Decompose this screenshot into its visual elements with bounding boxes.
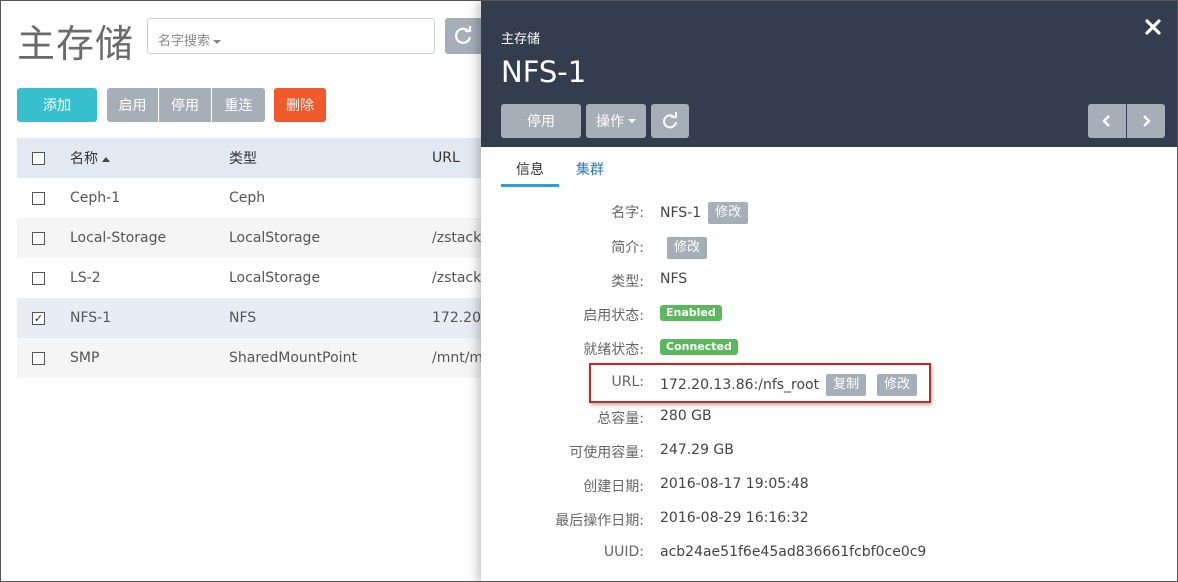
row-checkbox[interactable] — [32, 231, 45, 245]
detail-panel: 主存储 NFS-1 停用 操作 信息 集群 名字: NFS-1 修改 简介: 修… — [481, 1, 1177, 581]
sort-asc-icon — [102, 156, 110, 162]
uuid-label: UUID: — [603, 544, 644, 560]
enable-state-label: 启用状态: — [583, 308, 644, 324]
url-value: 172.20.13.86:/nfs_root — [660, 377, 820, 393]
refresh-icon — [455, 26, 472, 44]
refresh-button[interactable] — [445, 18, 481, 54]
info-row-name: 名字: NFS-1 修改 — [481, 199, 1177, 224]
table-row[interactable]: Ceph-1 Ceph — [17, 178, 487, 218]
info-row-ready-state: 就绪状态: Connected — [481, 336, 1177, 360]
name-label: 名字: — [611, 205, 644, 221]
row-name: Ceph-1 — [70, 190, 121, 206]
detail-panel-header: 主存储 NFS-1 停用 操作 — [481, 1, 1177, 147]
created-date-label: 创建日期: — [583, 479, 644, 495]
tab-cluster[interactable]: 集群 — [559, 147, 619, 187]
row-type: LocalStorage — [229, 270, 321, 286]
url-label: URL: — [611, 374, 645, 390]
search-placeholder: 名字搜索 — [158, 34, 211, 49]
next-button[interactable] — [1127, 104, 1165, 138]
column-header-type[interactable]: 类型 — [229, 148, 432, 168]
uuid-value: acb24ae51f6e45ad836661fcbf0ce0c9 — [660, 544, 927, 560]
row-checkbox[interactable] — [32, 351, 45, 365]
copy-url-button[interactable]: 复制 — [826, 374, 867, 396]
available-capacity-label: 可使用容量: — [569, 445, 644, 461]
row-checkbox[interactable] — [32, 271, 45, 285]
disable-button[interactable]: 停用 — [159, 88, 212, 122]
app-window: 主存储 名字搜索 添加 启用 停用 重连 删除 名称 类型 URL Ceph-1… — [0, 0, 1178, 582]
detail-refresh-button[interactable] — [651, 104, 689, 138]
close-icon[interactable] — [1143, 17, 1163, 37]
row-checkbox-checked[interactable]: ✓ — [32, 311, 45, 325]
table-header: 名称 类型 URL — [17, 138, 487, 178]
select-all-checkbox[interactable] — [32, 151, 45, 165]
storage-table: 名称 类型 URL Ceph-1 Ceph Local-Storage Loca… — [17, 138, 487, 378]
table-row-selected[interactable]: ✓ NFS-1 NFS 172.20.1 — [17, 298, 487, 338]
ready-state-label: 就绪状态: — [583, 342, 644, 358]
info-row-available-capacity: 可使用容量: 247.29 GB — [481, 439, 1177, 463]
edit-url-button[interactable]: 修改 — [877, 374, 918, 396]
name-value: NFS-1 — [660, 205, 702, 221]
row-name: LS-2 — [70, 270, 101, 286]
type-label: 类型: — [611, 274, 644, 290]
row-name: Local-Storage — [70, 230, 167, 246]
edit-description-button[interactable]: 修改 — [667, 237, 708, 259]
row-type: LocalStorage — [229, 230, 321, 246]
description-label: 简介: — [611, 240, 644, 256]
info-row-url: URL: 172.20.13.86:/nfs_root 复制 修改 — [481, 371, 1177, 396]
edit-name-button[interactable]: 修改 — [708, 202, 749, 224]
detail-title: NFS-1 — [501, 55, 587, 89]
info-row-enable-state: 启用状态: Enabled — [481, 302, 1177, 326]
info-row-total-capacity: 总容量: 280 GB — [481, 405, 1177, 429]
enable-button[interactable]: 启用 — [107, 88, 159, 122]
detail-tabs: 信息 集群 — [501, 147, 619, 187]
actions-label: 操作 — [596, 114, 624, 130]
status-badge-connected: Connected — [660, 339, 738, 355]
row-type: SharedMountPoint — [229, 350, 357, 366]
info-row-last-operation: 最后操作日期: 2016-08-29 16:16:32 — [481, 507, 1177, 531]
tab-info[interactable]: 信息 — [501, 147, 559, 187]
available-capacity-value: 247.29 GB — [660, 442, 734, 458]
chevron-down-icon — [628, 119, 636, 123]
detail-disable-button[interactable]: 停用 — [501, 104, 581, 138]
last-operation-date-value: 2016-08-29 16:16:32 — [660, 510, 809, 526]
chevron-left-icon — [1102, 115, 1110, 127]
reconnect-button[interactable]: 重连 — [212, 88, 265, 122]
page-title: 主存储 — [17, 22, 135, 66]
refresh-icon — [663, 112, 677, 129]
actions-dropdown-button[interactable]: 操作 — [586, 104, 646, 138]
created-date-value: 2016-08-17 19:05:48 — [660, 476, 809, 492]
last-operation-date-label: 最后操作日期: — [555, 513, 644, 529]
row-type: Ceph — [229, 190, 266, 206]
info-row-type: 类型: NFS — [481, 268, 1177, 292]
type-value: NFS — [660, 271, 688, 287]
total-capacity-value: 280 GB — [660, 408, 712, 424]
row-name: SMP — [70, 350, 100, 366]
breadcrumb[interactable]: 主存储 — [501, 28, 540, 47]
table-row[interactable]: LS-2 LocalStorage /zstack_ — [17, 258, 487, 298]
info-row-uuid: UUID: acb24ae51f6e45ad836661fcbf0ce0c9 — [481, 541, 1177, 565]
info-row-description: 简介: 修改 — [481, 234, 1177, 259]
status-badge-enabled: Enabled — [660, 305, 722, 321]
row-url: /mnt/mfs — [432, 350, 487, 366]
table-row[interactable]: SMP SharedMountPoint /mnt/mfs — [17, 338, 487, 378]
column-header-url[interactable]: URL — [432, 150, 487, 166]
chevron-right-icon — [1143, 115, 1151, 127]
search-input[interactable]: 名字搜索 — [147, 18, 435, 54]
prev-button[interactable] — [1088, 104, 1126, 138]
row-checkbox[interactable] — [32, 191, 45, 205]
column-header-name[interactable]: 名称 — [70, 148, 229, 168]
chevron-down-icon — [213, 39, 222, 44]
table-row[interactable]: Local-Storage LocalStorage /zstack_ — [17, 218, 487, 258]
total-capacity-label: 总容量: — [597, 411, 644, 427]
state-button-group: 启用 停用 重连 — [107, 88, 265, 122]
row-type: NFS — [229, 310, 257, 326]
info-row-created: 创建日期: 2016-08-17 19:05:48 — [481, 473, 1177, 497]
row-url: 172.20.1 — [432, 310, 487, 326]
row-url: /zstack_ — [432, 270, 487, 286]
delete-button[interactable]: 删除 — [274, 88, 326, 122]
row-url: /zstack_ — [432, 230, 487, 246]
add-button[interactable]: 添加 — [17, 88, 97, 122]
row-name: NFS-1 — [70, 310, 112, 326]
